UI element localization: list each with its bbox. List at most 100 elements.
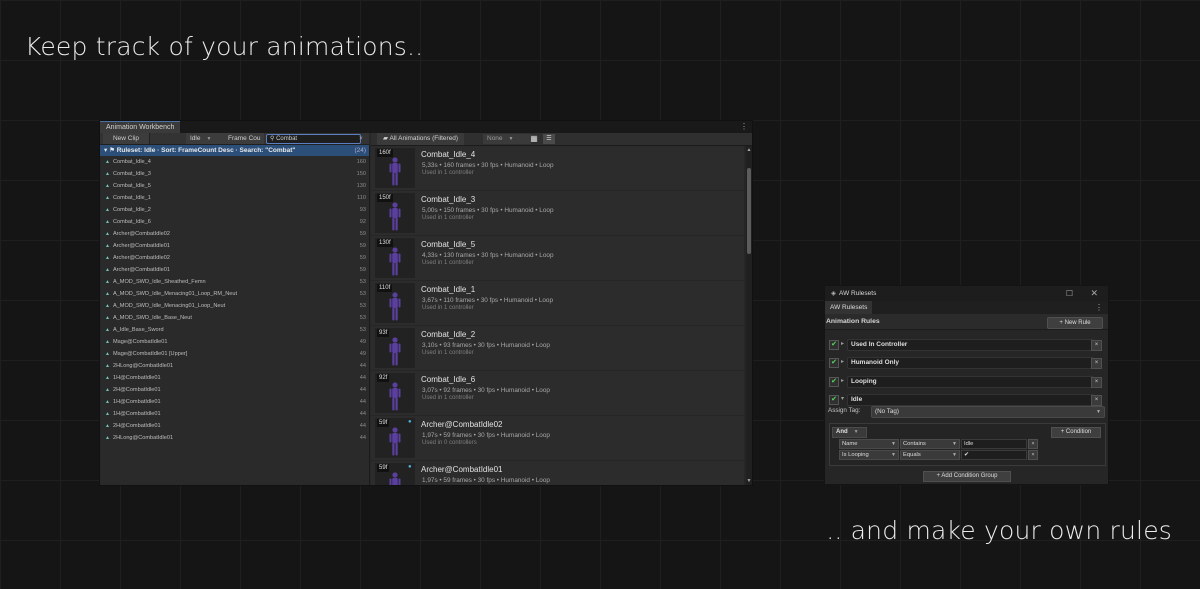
list-view-icon[interactable]: ☰ [543, 134, 555, 144]
clip-list-item[interactable]: ▲ Combat_Idle_6 92 [100, 216, 369, 228]
clip-list-item[interactable]: ▲ Combat_Idle_2 93 [100, 204, 369, 216]
clip-list-item[interactable]: ▲ A_MOD_SWD_Idle_Menacing01_Loop_Neut 53 [100, 300, 369, 312]
search-clear-icon[interactable]: × [359, 133, 367, 144]
ruleset-summary-row[interactable]: ▾ ⚑ Ruleset: Idle · Sort: FrameCount Des… [100, 145, 369, 156]
kebab-menu-icon[interactable]: ⋮ [740, 121, 748, 133]
grid-view-icon[interactable]: ▦ [529, 134, 539, 144]
delete-condition-icon[interactable]: × [1028, 439, 1038, 449]
condition-operator-dropdown[interactable]: Contains ▼ [900, 439, 960, 449]
clip-list-item[interactable]: ▲ A_Idle_Base_Sword 53 [100, 324, 369, 336]
clip-list-item[interactable]: ▲ Archer@CombatIdle01 59 [100, 240, 369, 252]
clip-list-item[interactable]: ▲ Mage@CombatIdle01 49 [100, 336, 369, 348]
animation-card[interactable]: 130f Combat_Idle_5 4,33s • 130 frames • 30… [371, 236, 744, 280]
condition-value-field[interactable]: ✔ [961, 450, 1027, 460]
animation-card[interactable]: 93f Combat_Idle_2 3,10s • 93 frames • 30 f… [371, 326, 744, 370]
clip-list-item[interactable]: ▲ 1H@CombatIdle01 44 [100, 396, 369, 408]
group-dropdown[interactable]: None ▼ [483, 134, 531, 144]
window-icon: ◈ [831, 290, 836, 297]
clip-list-item[interactable]: ▲ 1H@CombatIdle01 44 [100, 408, 369, 420]
animation-card[interactable]: 160f Combat_Idle_4 5,33s • 160 frames • 30… [371, 146, 744, 190]
delete-condition-icon[interactable]: × [1028, 450, 1038, 460]
rulesets-tab[interactable]: AW Rulesets [825, 301, 873, 314]
clip-list-item[interactable]: ▲ Combat_Idle_5 130 [100, 180, 369, 192]
rule-enabled-checkbox[interactable]: ✔ [829, 377, 839, 387]
kebab-menu-icon[interactable]: ⋮ [1095, 301, 1103, 314]
chevron-right-icon[interactable]: ▸ [841, 376, 844, 387]
clip-frame-count: 150 [356, 171, 366, 177]
clip-frame-count: 53 [359, 279, 366, 285]
sort-dropdown[interactable]: Frame Cou [226, 133, 264, 144]
chevron-right-icon[interactable]: ▸ [841, 357, 844, 368]
humanoid-figure-icon [389, 202, 401, 231]
clip-list-item[interactable]: ▲ A_MOD_SWD_Idle_Menacing01_Loop_RM_Neut 5… [100, 288, 369, 300]
condition-value-field[interactable]: Idle [961, 439, 1027, 449]
condition-group: And ▼ + Condition Name ▼ Contains ▼ Idle × Is L… [829, 423, 1106, 466]
clip-list-item[interactable]: ▲ Archer@CombatIdle02 59 [100, 228, 369, 240]
vertical-scrollbar[interactable]: ▲ ▼ [746, 146, 752, 485]
delete-rule-icon[interactable]: × [1091, 395, 1102, 406]
frame-count-badge: 92f [377, 374, 390, 382]
clip-list-item[interactable]: ▲ Archer@CombatIdle01 59 [100, 264, 369, 276]
logic-dropdown[interactable]: And ▼ [832, 427, 867, 438]
animation-card[interactable]: 59f ● Archer@CombatIdle02 1,97s • 59 frames… [371, 416, 744, 460]
delete-rule-icon[interactable]: × [1091, 340, 1102, 351]
clip-list-item[interactable]: ▲ 2HLong@CombatIdle01 44 [100, 360, 369, 372]
animation-card[interactable]: 59f ● Archer@CombatIdle01 1,97s • 59 frames… [371, 461, 744, 485]
maximize-icon[interactable]: ☐ [1066, 286, 1073, 301]
clip-list-item[interactable]: ▲ 1H@CombatIdle01 44 [100, 372, 369, 384]
clip-list-item[interactable]: ▲ 2H@CombatIdle01 44 [100, 384, 369, 396]
animation-title: Combat_Idle_6 [421, 375, 476, 384]
rule-row[interactable]: ✔ ▸ Humanoid Only × [827, 357, 1104, 369]
rule-row[interactable]: ✔ ▸ Used In Controller × [827, 339, 1104, 351]
clip-list-item[interactable]: ▲ Mage@CombatIdle01 [Upper] 49 [100, 348, 369, 360]
rule-name-field[interactable]: Used In Controller [847, 339, 1094, 351]
delete-rule-icon[interactable]: × [1091, 358, 1102, 369]
animation-card[interactable]: 150f Combat_Idle_3 5,00s • 150 frames • 30… [371, 191, 744, 235]
new-rule-button[interactable]: + New Rule [1047, 317, 1103, 329]
close-icon[interactable]: ✕ [1090, 286, 1098, 301]
all-animations-tab[interactable]: ▰ All Animations (Filtered) [377, 133, 465, 145]
clip-frame-count: 53 [359, 291, 366, 297]
rule-row[interactable]: ✔ ▸ Looping × [827, 376, 1104, 388]
animation-usage: Used in 0 controllers [422, 440, 477, 446]
condition-operator-value: Equals [903, 452, 921, 458]
add-condition-group-button[interactable]: + Add Condition Group [923, 471, 1011, 482]
clip-list-item[interactable]: ▲ A_MOD_SWD_Idle_Sheathed_Femn 53 [100, 276, 369, 288]
rule-name-field[interactable]: Idle [847, 394, 1094, 406]
search-input[interactable]: ⚲ Combat [266, 134, 361, 144]
animation-clip-icon: ▲ [105, 411, 110, 417]
clip-list-item[interactable]: ▲ Combat_Idle_1 110 [100, 192, 369, 204]
rule-enabled-checkbox[interactable]: ✔ [829, 340, 839, 350]
chevron-down-icon: ▼ [206, 136, 212, 142]
animation-clip-icon: ▲ [105, 315, 110, 321]
clip-name: 1H@CombatIdle01 [112, 399, 161, 405]
animation-clip-icon: ▲ [105, 303, 110, 309]
clip-list-item[interactable]: ▲ Combat_Idle_4 160 [100, 156, 369, 168]
add-condition-button[interactable]: + Condition [1051, 427, 1101, 438]
assign-tag-dropdown[interactable]: (No Tag) ▼ [871, 406, 1105, 418]
animation-card[interactable]: 92f Combat_Idle_6 3,07s • 92 frames • 30 f… [371, 371, 744, 415]
scroll-up-icon[interactable]: ▲ [746, 147, 752, 153]
condition-operator-dropdown[interactable]: Equals ▼ [900, 450, 960, 460]
clip-list-item[interactable]: ▲ Archer@CombatIdle02 59 [100, 252, 369, 264]
clip-list-item[interactable]: ▲ A_MOD_SWD_Idle_Base_Neut 53 [100, 312, 369, 324]
animation-card[interactable]: 110f Combat_Idle_1 3,67s • 110 frames • 30… [371, 281, 744, 325]
rule-row[interactable]: ✔ ▾ Idle × [827, 394, 1104, 406]
rule-name-field[interactable]: Humanoid Only [847, 357, 1094, 369]
clip-list-item[interactable]: ▲ Combat_Idle_3 150 [100, 168, 369, 180]
clip-list-item[interactable]: ▲ 2H@CombatIdle01 44 [100, 420, 369, 432]
chevron-right-icon[interactable]: ▸ [841, 339, 844, 350]
ruleset-dropdown[interactable]: Idle ▼ [186, 133, 228, 144]
rule-name-field[interactable]: Looping [847, 376, 1094, 388]
delete-rule-icon[interactable]: × [1091, 377, 1102, 388]
condition-field-dropdown[interactable]: Is Looping ▼ [839, 450, 899, 460]
chevron-down-icon: ▼ [508, 136, 514, 142]
chevron-down-icon[interactable]: ▾ [841, 394, 844, 405]
rule-enabled-checkbox[interactable]: ✔ [829, 395, 839, 405]
new-clip-button[interactable]: New Clip [103, 133, 150, 144]
scroll-down-icon[interactable]: ▼ [746, 478, 752, 484]
condition-field-dropdown[interactable]: Name ▼ [839, 439, 899, 449]
rule-enabled-checkbox[interactable]: ✔ [829, 358, 839, 368]
scrollbar-thumb[interactable] [747, 168, 751, 254]
clip-list-item[interactable]: ▲ 2HLong@CombatIdle01 44 [100, 432, 369, 444]
